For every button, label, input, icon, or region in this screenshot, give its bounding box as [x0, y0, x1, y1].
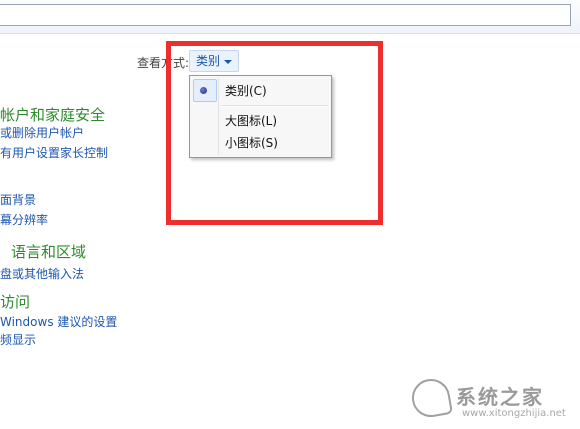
- category-title-user-accounts[interactable]: 帐户和家庭安全: [0, 104, 105, 125]
- watermark: 系统之家 www.xitongzhijia.net: [408, 375, 577, 423]
- link-video-display[interactable]: 频显示: [0, 331, 36, 348]
- link-windows-suggested-settings[interactable]: Windows 建议的设置: [0, 313, 117, 330]
- link-add-remove-accounts[interactable]: 或删除用户帐户: [0, 124, 84, 141]
- watermark-url: www.xitongzhijia.net: [462, 408, 566, 419]
- highlight-box: [166, 41, 383, 225]
- watermark-text: 系统之家: [456, 385, 544, 409]
- category-title-ease-of-access[interactable]: 访问: [0, 291, 30, 312]
- link-screen-resolution[interactable]: 幕分辨率: [0, 211, 48, 228]
- link-desktop-background[interactable]: 面背景: [0, 191, 36, 208]
- link-parental-controls[interactable]: 有用户设置家长控制: [0, 144, 108, 161]
- category-title-language-region[interactable]: 语言和区域: [11, 241, 86, 262]
- address-bar-area: [0, 0, 580, 34]
- link-input-methods[interactable]: 盘或其他输入法: [0, 265, 84, 282]
- address-field[interactable]: [0, 4, 571, 26]
- watermark-logo-icon: [408, 375, 454, 421]
